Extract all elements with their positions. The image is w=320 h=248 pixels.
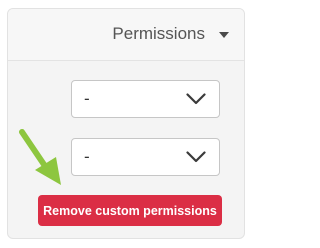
chevron-down-icon [186, 151, 206, 163]
caret-down-icon [219, 32, 229, 38]
select-value: - [84, 147, 90, 166]
permission-select-2[interactable]: - [71, 138, 220, 176]
remove-custom-permissions-button[interactable]: Remove custom permissions [38, 195, 222, 226]
permissions-label: Permissions [112, 24, 205, 43]
permissions-header[interactable]: Permissions [8, 9, 244, 61]
chevron-down-icon [186, 93, 206, 105]
select-value: - [84, 89, 90, 108]
permissions-panel: Permissions - - Remove custom permission… [7, 8, 245, 239]
permission-select-1[interactable]: - [71, 80, 220, 118]
pointer-arrow-icon [19, 129, 61, 185]
